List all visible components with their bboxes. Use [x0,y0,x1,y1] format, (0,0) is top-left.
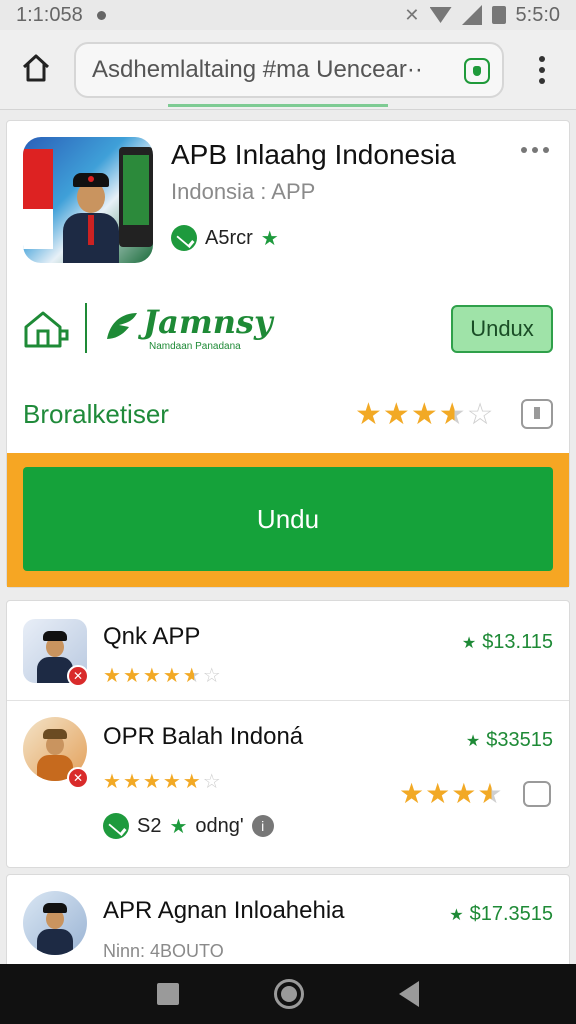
cta-frame: Undu [7,453,569,587]
close-badge-icon: ✕ [67,767,89,789]
star-icon: ★ [169,815,188,838]
app-thumbnail [23,891,87,955]
list-item-title: OPR Balah Indoná [103,723,304,750]
star-rating: ★★★★☆ [355,397,495,432]
star-half-icon: ★ [438,398,467,431]
url-text: Asdhemlaltaing #ma Uencear·· [92,56,423,83]
list-item-title: APR Agnan Inloahehia [103,897,345,924]
app-list: ✕ Qnk APP ★★★★★☆ ★ $13.115 ✕ OPR Balah In… [6,600,570,868]
status-bar: 1:1:058 ✕ 5:5:0 [0,0,576,30]
back-triangle-icon[interactable] [398,981,419,1007]
meta-value: S2 [137,814,162,837]
secondary-download-button[interactable]: Undux [451,305,553,353]
list-item[interactable]: APR Agnan Inloahehia Ninn: 4BOUTO ★ $17.3… [6,874,570,974]
person-graphic [63,167,119,263]
list-item-title: Qnk APP [103,623,201,650]
wifi-icon [429,7,452,23]
shield-icon[interactable] [464,58,490,84]
list-item-subtitle: Ninn: 4BOUTO [103,941,224,961]
leaf-icon [107,313,137,339]
flag-graphic [23,149,53,209]
star-rating-secondary: ★★★★ [399,778,504,809]
address-bar[interactable]: Asdhemlaltaing #ma Uencear·· [74,42,504,98]
verified-badge: A5rcr ★ [171,225,279,251]
check-circle-icon [171,225,197,251]
close-badge-icon: ✕ [67,665,89,687]
price-label: ★ $33515 [465,729,553,751]
download-button[interactable]: Undu [23,467,553,571]
menu-dot [539,67,545,73]
app-subtitle: Indonsia : APP [171,179,316,204]
nfc-icon: ✕ [404,4,420,25]
home-circle-icon[interactable] [273,979,304,1009]
home-button[interactable] [18,50,54,86]
rating-row: Broralketiser ★★★★☆ [23,393,553,437]
divider [85,303,87,353]
menu-dot [539,78,545,84]
signal-icon [461,5,482,25]
star-rating: ★★★★★☆ [103,665,223,687]
menu-dot [539,56,545,62]
status-clock: 5:5:0 [515,3,560,26]
star-icon: ★ [355,398,383,431]
meta-text: odng' [195,814,244,837]
price-label: ★ $13.115 [461,631,553,653]
star-icon: ★ [382,398,411,431]
more-options-button[interactable] [521,147,549,153]
star-empty-icon: ☆ [466,398,495,431]
system-nav-bar [0,964,576,1024]
share-icon[interactable] [521,399,553,429]
brand-row: Jamnsy Namdaan Panadana Undux [23,301,553,357]
price-label: ★ $17.3515 [449,903,553,925]
house-icon [24,311,69,348]
info-icon[interactable]: i [251,815,274,837]
page-load-progress [168,104,388,107]
star-icon: ★ [410,398,439,431]
flag-graphic [23,209,53,249]
star-icon: ★ [461,635,477,652]
star-icon: ★ [465,733,481,750]
star-rating: ★★★★★☆ [103,771,223,793]
recents-square-icon[interactable] [157,983,180,1005]
share-icon[interactable] [523,781,551,807]
browser-toolbar: Asdhemlaltaing #ma Uencear·· [0,30,576,110]
list-item-meta: S2 ★ odng' i [103,813,274,839]
brand-tagline: Namdaan Panadana [149,341,241,352]
app-icon[interactable] [23,137,153,263]
app-title: APB Inlaahg Indonesia [171,139,456,170]
star-icon: ★ [260,227,279,250]
notification-dot-icon [96,10,106,20]
rating-label: Broralketiser [23,399,169,429]
home-icon [22,54,50,82]
check-circle-icon [103,813,129,839]
battery-icon [491,6,506,24]
list-item[interactable]: ✕ Qnk APP ★★★★★☆ ★ $13.115 [7,601,569,701]
app-hero-card: APB Inlaahg Indonesia Indonsia : APP A5r… [6,120,570,588]
status-time: 1:1:058 [16,3,83,26]
phone-graphic [119,147,153,247]
badge-text: A5rcr [205,226,253,249]
list-item[interactable]: ✕ OPR Balah Indoná ★★★★★☆ ★ $33515 ★★★★ S… [7,701,569,867]
brand-name: Jamnsy [143,303,273,341]
star-icon: ★ [449,907,464,924]
browser-menu-button[interactable] [530,52,554,88]
